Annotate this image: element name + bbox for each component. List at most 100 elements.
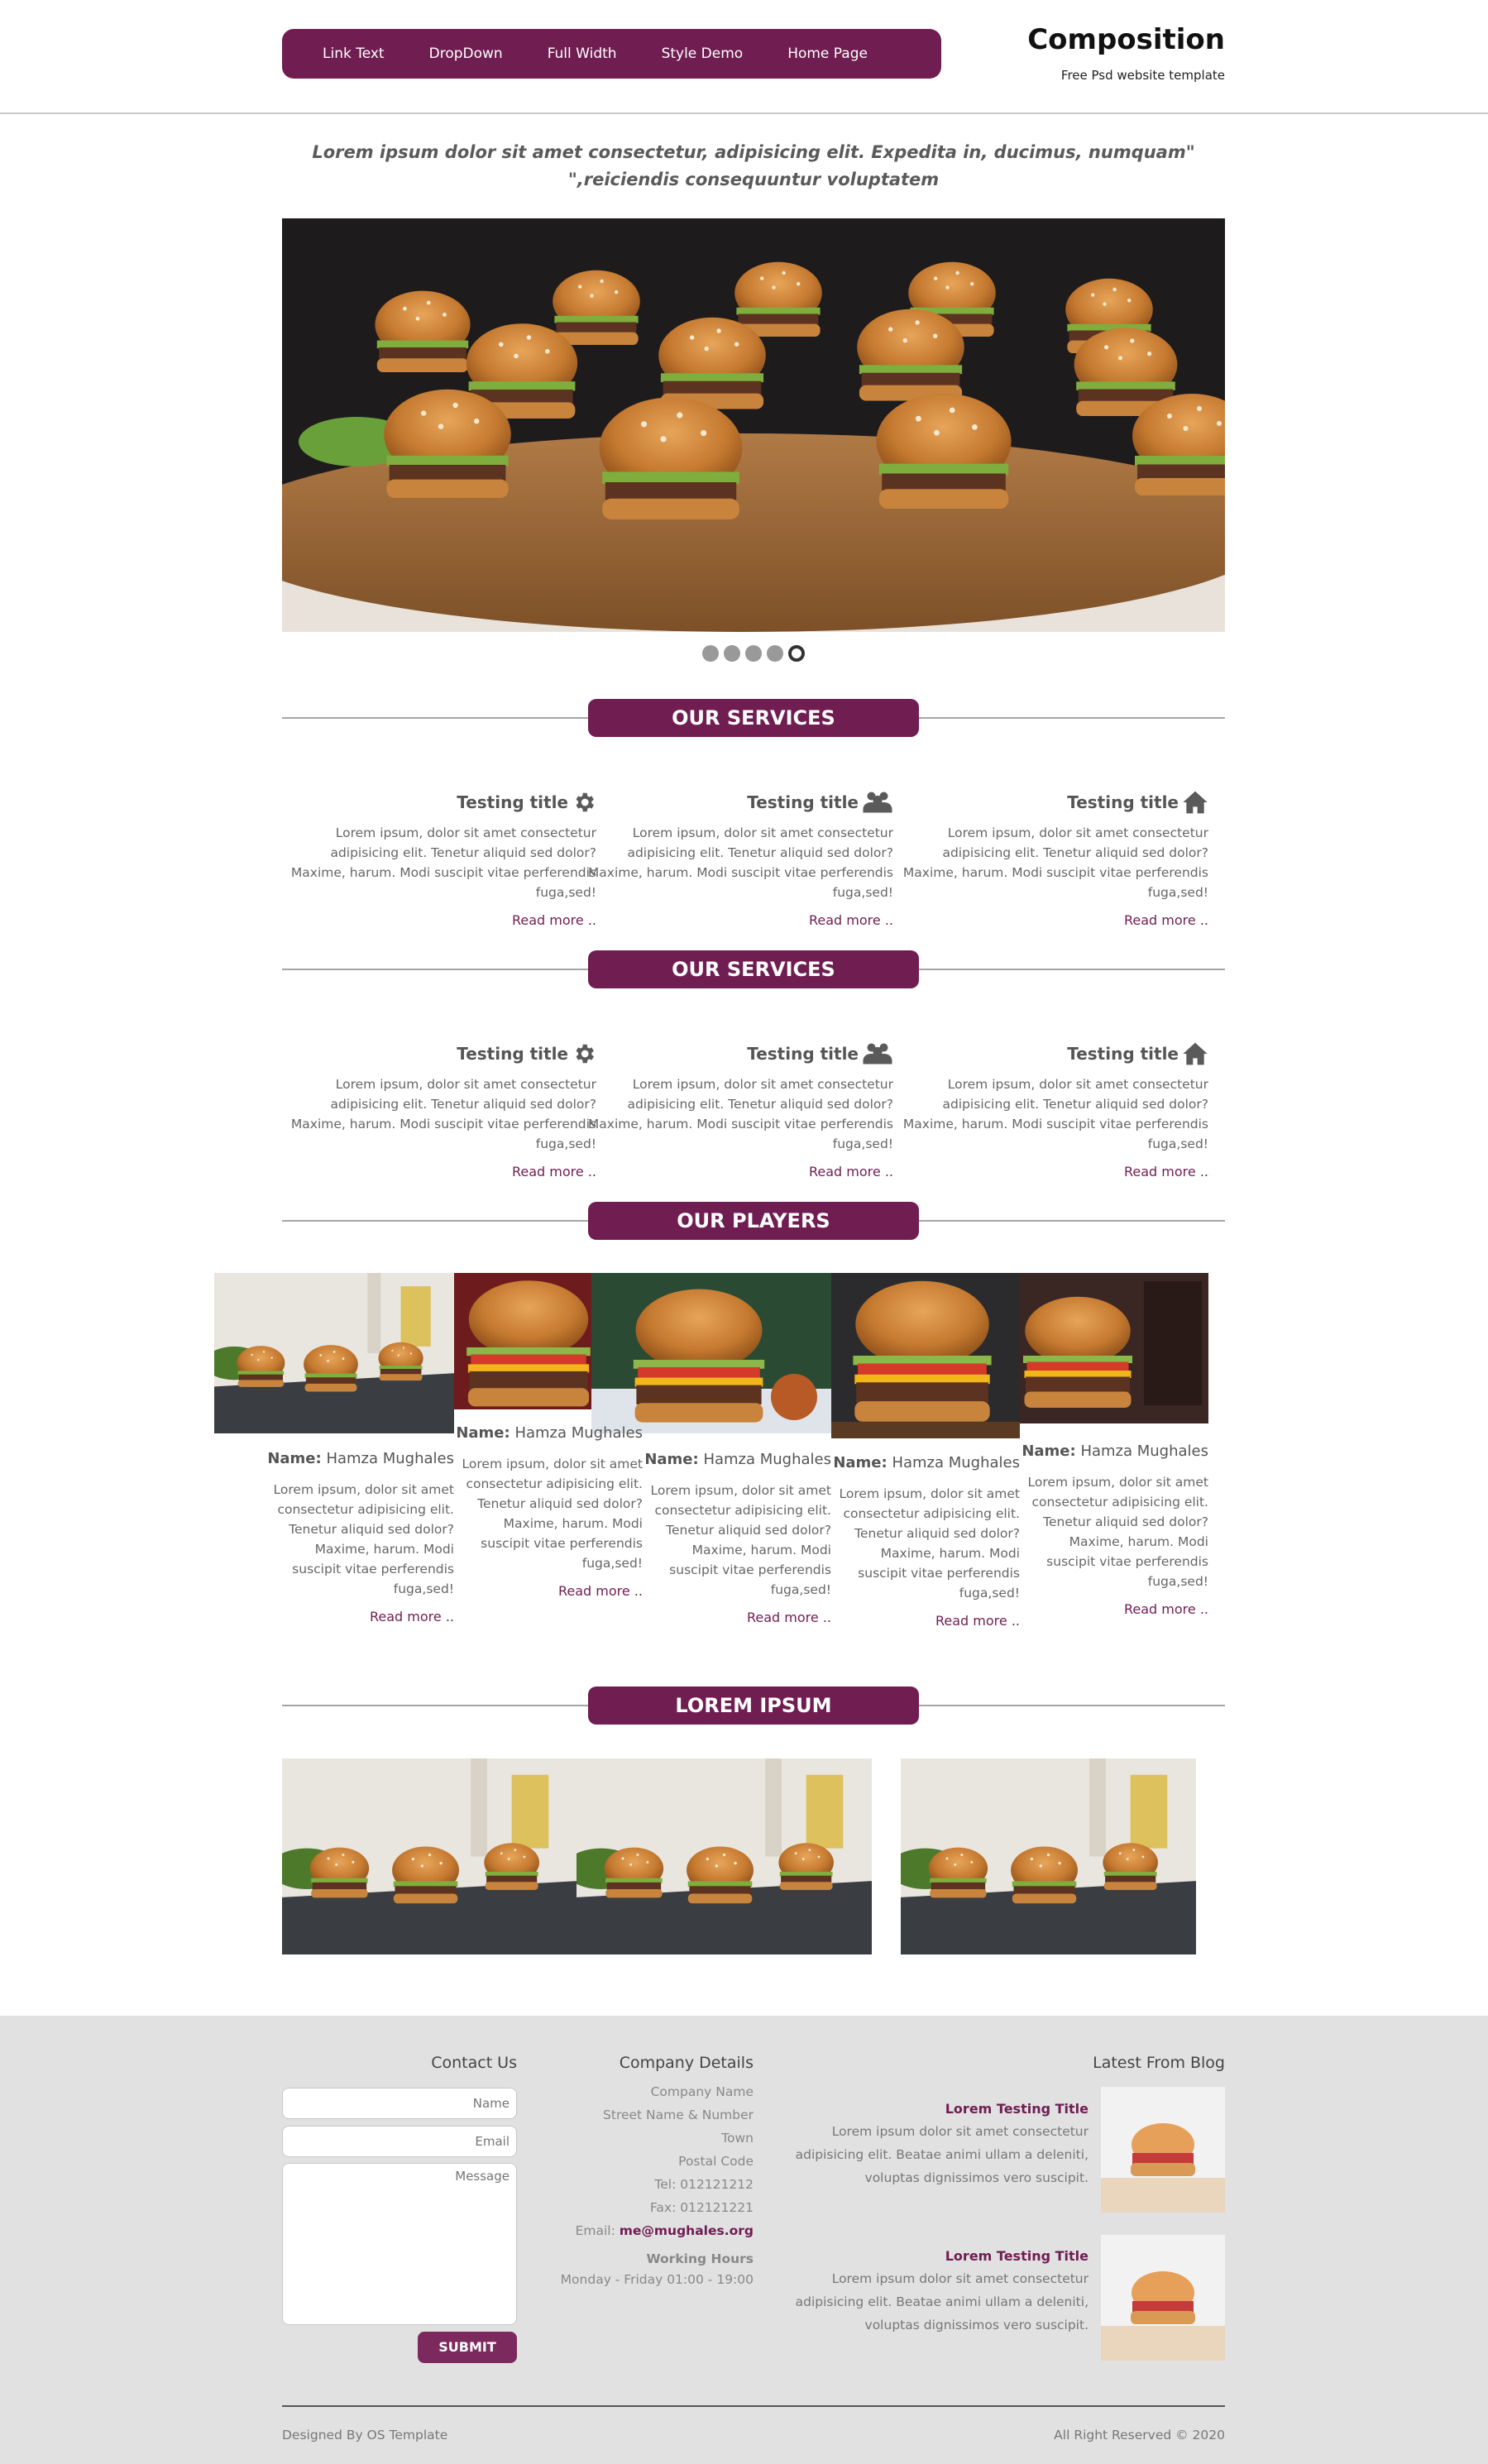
blog-post-text: Lorem ipsum dolor sit amet consectetur a… xyxy=(795,2124,1088,2185)
contact-heading: Contact Us xyxy=(431,2054,517,2072)
email-link[interactable]: me@mughales.org xyxy=(620,2223,754,2238)
player-name: Hamza Mughales xyxy=(514,1424,643,1442)
footer-divider xyxy=(282,2405,1225,2407)
nav-home-page[interactable]: Home Page xyxy=(765,45,890,62)
service-text: Lorem ipsum, dolor sit amet consectetur … xyxy=(290,1077,596,1151)
home-icon xyxy=(1183,1042,1208,1065)
quote-line-1: Lorem ipsum dolor sit amet consectetur, … xyxy=(312,142,1195,162)
gallery-image xyxy=(901,1758,1196,1954)
intro-quote: Lorem ipsum dolor sit amet consectetur, … xyxy=(282,139,1225,194)
company-details: Company Details Company Name Street Name… xyxy=(530,2054,754,2289)
service-text: Lorem ipsum, dolor sit amet consectetur … xyxy=(587,825,893,900)
blog-post: Lorem Testing Title Lorem ipsum dolor si… xyxy=(761,2248,1088,2337)
company-name: Company Name xyxy=(650,2084,754,2099)
service-card: Testing title Lorem ipsum, dolor sit ame… xyxy=(894,1041,1208,1179)
service-title: Testing title xyxy=(747,792,859,812)
blog-thumbnail[interactable] xyxy=(1101,2087,1225,2213)
player-image xyxy=(831,1273,1020,1438)
section-heading-players: OUR PLAYERS xyxy=(282,1202,1225,1240)
section-title: OUR SERVICES xyxy=(588,699,919,737)
hours-text: Monday - Friday 01:00 - 19:00 xyxy=(560,2272,754,2287)
service-text: Lorem ipsum, dolor sit amet consectetur … xyxy=(290,825,596,900)
nav-style-demo[interactable]: Style Demo xyxy=(639,45,766,62)
player-image xyxy=(214,1273,454,1433)
hero-slider-image xyxy=(282,218,1225,632)
section-title: OUR PLAYERS xyxy=(588,1202,919,1240)
player-image xyxy=(1020,1273,1208,1423)
company-street: Street Name & Number xyxy=(603,2108,754,2122)
slider-dot-active[interactable] xyxy=(788,645,805,662)
service-title: Testing title xyxy=(1067,1044,1179,1064)
slider-dot[interactable] xyxy=(745,645,762,662)
player-name: Hamza Mughales xyxy=(1080,1443,1208,1460)
slider-dot[interactable] xyxy=(724,645,740,662)
read-more-link[interactable]: Read more .. xyxy=(579,912,893,928)
section-heading-services: OUR SERVICES xyxy=(282,950,1225,988)
hours-heading: Working Hours xyxy=(646,2251,754,2266)
player-name-label: Name: xyxy=(833,1454,888,1471)
blog-post-text: Lorem ipsum dolor sit amet consectetur a… xyxy=(795,2271,1088,2332)
designed-by[interactable]: Designed By OS Template xyxy=(282,2428,447,2442)
read-more-link[interactable]: Read more .. xyxy=(969,1601,1208,1617)
section-heading-services: OUR SERVICES xyxy=(282,699,1225,737)
site-subtitle: Free Psd website template xyxy=(1060,68,1225,83)
section-heading-lorem: LOREM IPSUM xyxy=(282,1687,1225,1725)
site-title[interactable]: Composition xyxy=(1027,23,1225,56)
main-nav: Link Text DropDown Full Width Style Demo… xyxy=(282,29,941,79)
service-text: Lorem ipsum, dolor sit amet consectetur … xyxy=(587,1077,893,1151)
brand: Composition Free Psd website template xyxy=(1027,23,1225,83)
slider-dot[interactable] xyxy=(702,645,719,662)
gallery-image xyxy=(577,1758,872,1954)
home-icon xyxy=(1183,791,1208,814)
blog-post-title[interactable]: Lorem Testing Title xyxy=(761,2248,1088,2264)
users-icon xyxy=(863,792,892,813)
player-name-label: Name: xyxy=(1022,1443,1076,1460)
gallery-image xyxy=(282,1758,577,1954)
service-text: Lorem ipsum, dolor sit amet consectetur … xyxy=(902,1077,1208,1151)
service-title: Testing title xyxy=(1067,792,1179,812)
slider-pagination xyxy=(702,645,805,662)
read-more-link[interactable]: Read more .. xyxy=(214,1609,454,1624)
message-field[interactable] xyxy=(282,2163,517,2325)
player-name-label: Name: xyxy=(644,1451,699,1468)
copyright: All Right Reserved © 2020 xyxy=(1054,2428,1225,2442)
submit-button[interactable]: SUBMIT xyxy=(418,2332,517,2363)
email-label: Email: xyxy=(575,2223,615,2238)
player-text: Lorem ipsum, dolor sit amet consectetur … xyxy=(1027,1475,1208,1589)
service-title: Testing title xyxy=(457,792,568,812)
header-divider xyxy=(0,112,1488,114)
quote-line-2: ",reiciendis consequuntur voluptatem xyxy=(567,170,940,189)
company-tel: Tel: 012121212 xyxy=(654,2177,754,2192)
read-more-link[interactable]: Read more .. xyxy=(579,1164,893,1179)
company-fax: Fax: 012121221 xyxy=(649,2200,754,2215)
users-icon xyxy=(863,1043,892,1065)
blog-post-title[interactable]: Lorem Testing Title xyxy=(761,2101,1088,2117)
service-title: Testing title xyxy=(747,1044,859,1064)
nav-dropdown[interactable]: DropDown xyxy=(407,45,525,62)
blog-heading: Latest From Blog xyxy=(1093,2054,1225,2072)
blog-thumbnail[interactable] xyxy=(1101,2235,1225,2361)
service-title: Testing title xyxy=(457,1044,568,1064)
service-card: Testing title Lorem ipsum, dolor sit ame… xyxy=(282,1041,596,1179)
service-card: Testing title Lorem ipsum, dolor sit ame… xyxy=(579,790,893,928)
company-heading: Company Details xyxy=(619,2054,754,2072)
read-more-link[interactable]: Read more .. xyxy=(282,1164,596,1179)
nav-link-text[interactable]: Link Text xyxy=(300,45,407,62)
email-field[interactable] xyxy=(282,2126,517,2157)
read-more-link[interactable]: Read more .. xyxy=(282,912,596,928)
company-postal: Postal Code xyxy=(678,2154,754,2169)
section-title: LOREM IPSUM xyxy=(588,1687,919,1725)
read-more-link[interactable]: Read more .. xyxy=(894,1164,1208,1179)
slider-dot[interactable] xyxy=(767,645,783,662)
service-text: Lorem ipsum, dolor sit amet consectetur … xyxy=(902,825,1208,900)
player-card: Name: Hamza Mughales Lorem ipsum, dolor … xyxy=(969,1443,1208,1617)
nav-full-width[interactable]: Full Width xyxy=(525,45,639,62)
player-name-label: Name: xyxy=(267,1450,322,1467)
service-card: Testing title Lorem ipsum, dolor sit ame… xyxy=(579,1041,893,1179)
blog-post: Lorem Testing Title Lorem ipsum dolor si… xyxy=(761,2101,1088,2189)
read-more-link[interactable]: Read more .. xyxy=(894,912,1208,928)
service-card: Testing title Lorem ipsum, dolor sit ame… xyxy=(282,790,596,928)
company-town: Town xyxy=(721,2131,754,2146)
player-name-label: Name: xyxy=(456,1424,510,1442)
name-field[interactable] xyxy=(282,2088,517,2119)
